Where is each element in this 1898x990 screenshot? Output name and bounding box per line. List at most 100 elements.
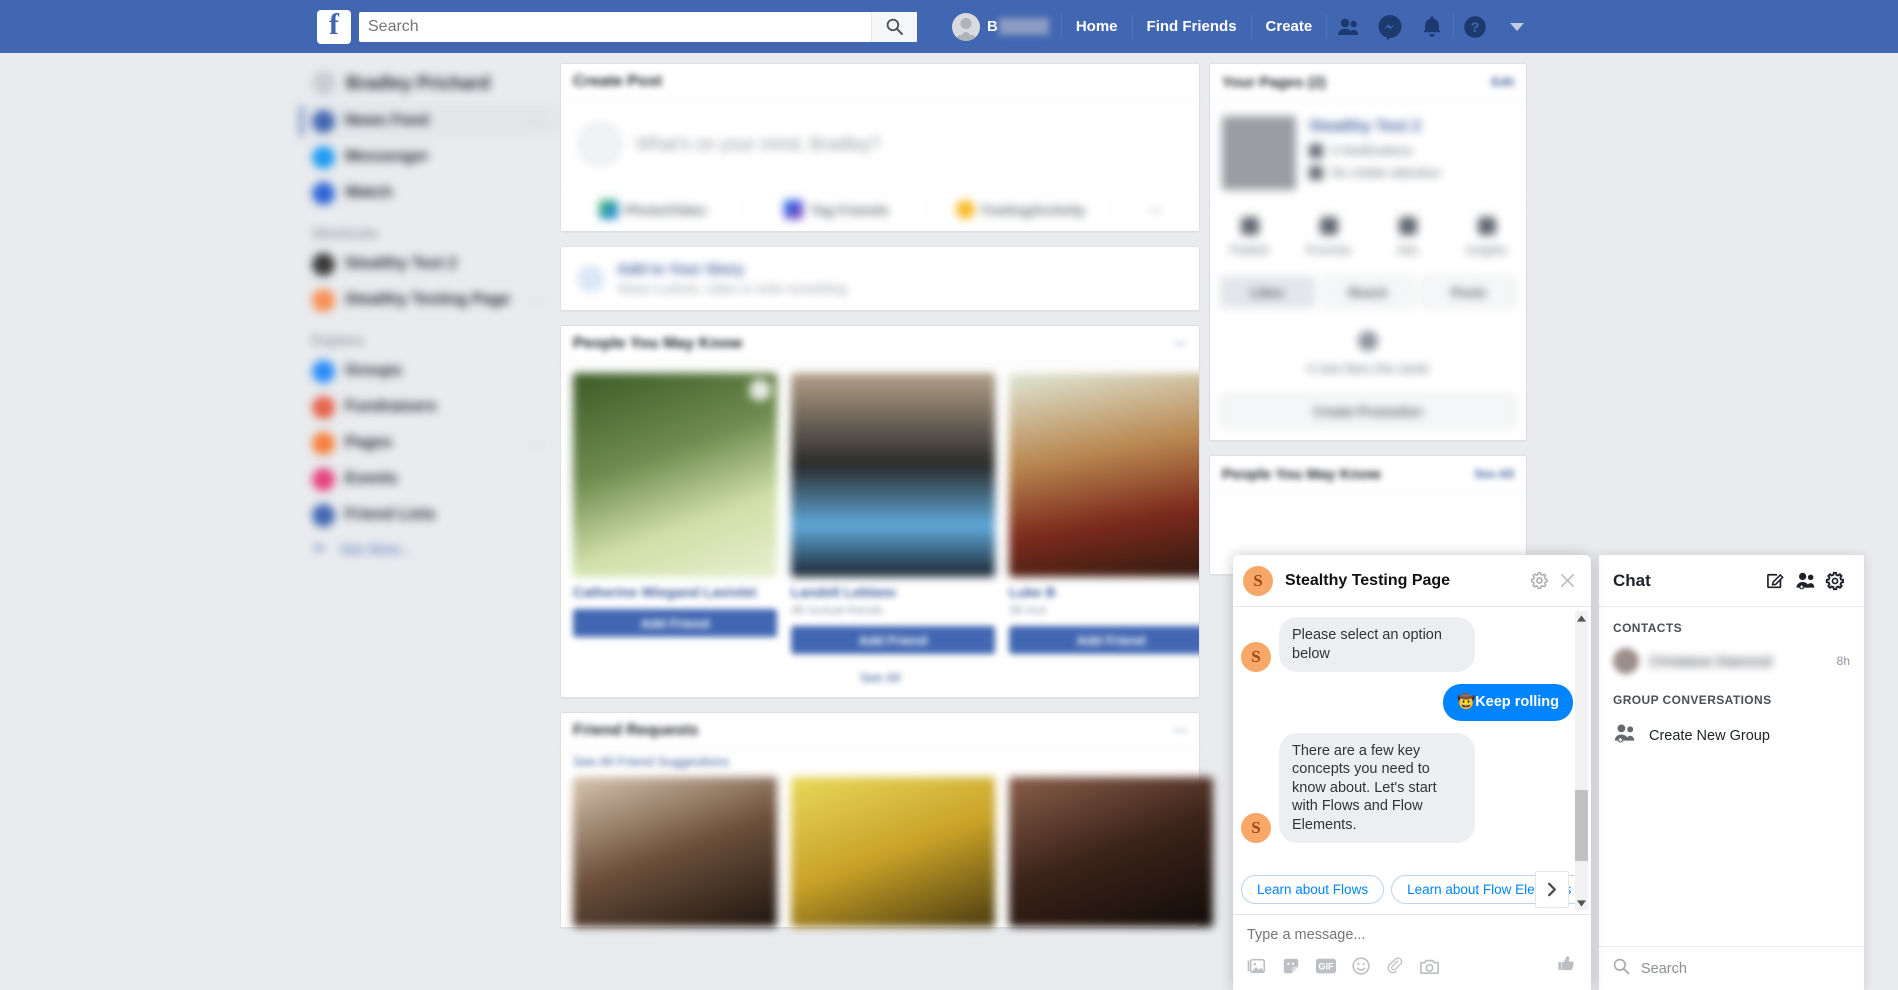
tag-friends-button[interactable]: Tag Friends	[745, 200, 929, 219]
sidebar-item-menu-icon[interactable]: ···	[528, 435, 546, 452]
add-friend-button[interactable]: Add Friend	[791, 626, 995, 654]
stat-label: Insights	[1465, 243, 1508, 257]
chat-message: S There are a few key concepts you need …	[1241, 732, 1575, 844]
pymk-name[interactable]: Luke B	[1009, 584, 1199, 600]
friend-request-photo[interactable]	[573, 777, 777, 927]
create-new-group-label: Create New Group	[1649, 727, 1770, 744]
page-stat-ads[interactable]: Ads	[1368, 217, 1447, 257]
sidebar-item-profile[interactable]: Bradley Prichard	[300, 63, 560, 103]
page-stat-publish[interactable]: Publish	[1210, 217, 1289, 257]
your-pages-edit-link[interactable]: Edit	[1491, 75, 1514, 89]
attachment-icon[interactable]	[1385, 956, 1405, 976]
friend-request-photo[interactable]	[791, 777, 995, 927]
search-icon[interactable]	[871, 11, 917, 42]
message-avatar-slot: S	[1241, 813, 1271, 844]
sidebar-item-news-feed[interactable]: News Feed ···	[300, 103, 560, 139]
sidebar-see-more[interactable]: See More...	[300, 533, 560, 565]
scrollbar-thumb[interactable]	[1575, 790, 1588, 861]
sidebar-item-pages[interactable]: Pages ···	[300, 425, 560, 461]
your-pages-card: Your Pages (2) Edit Stealthy Test 2 3 No…	[1209, 63, 1527, 441]
camera-icon[interactable]	[1419, 957, 1440, 976]
add-to-story-row[interactable]: Add to Your Story Share a photo, video o…	[561, 247, 1199, 310]
add-friend-button[interactable]: Add Friend	[1009, 626, 1199, 654]
pymk-photo[interactable]	[1009, 373, 1199, 577]
gear-icon[interactable]	[1820, 571, 1850, 591]
scroll-down-icon[interactable]	[1577, 896, 1586, 910]
page-stat-promote[interactable]: Promote	[1289, 217, 1368, 257]
close-icon[interactable]	[749, 379, 771, 401]
sidebar-item-groups[interactable]: Groups	[300, 353, 560, 389]
create-new-group-row[interactable]: Create New Group	[1599, 715, 1864, 756]
add-friend-button[interactable]: Add Friend	[573, 609, 777, 637]
quick-reply-learn-about-flows[interactable]: Learn about Flows	[1241, 875, 1385, 904]
search-input[interactable]	[359, 12, 871, 41]
page-thumbnail[interactable]	[1222, 116, 1296, 190]
add-to-story-card[interactable]: Add to Your Story Share a photo, video o…	[560, 246, 1200, 311]
compose-icon[interactable]	[1760, 571, 1790, 591]
create-post-input-row[interactable]: What's on your mind, Bradley?	[561, 101, 1199, 187]
new-group-icon[interactable]	[1790, 571, 1820, 590]
friend-request-photo[interactable]	[1009, 777, 1213, 927]
sidebar-item-menu-icon[interactable]: ···	[528, 113, 546, 130]
emoji-icon[interactable]	[1351, 956, 1371, 976]
photo-video-button[interactable]: Photo/Video	[561, 200, 745, 219]
chat-scrollbar[interactable]	[1575, 611, 1588, 910]
contact-row[interactable]: Christiane Diamond 8h	[1599, 643, 1864, 679]
sidebar-item-fundraisers[interactable]: Fundraisers	[300, 389, 560, 425]
stat-label: Ads	[1397, 243, 1418, 257]
image-icon[interactable]	[1247, 956, 1267, 976]
more-actions-button[interactable]: ···	[1113, 202, 1199, 218]
sticker-icon[interactable]	[1281, 956, 1301, 976]
search-box[interactable]	[359, 11, 917, 42]
friend-requests-icon[interactable]	[1327, 0, 1369, 53]
page-tab-reach[interactable]: Reach	[1320, 276, 1416, 308]
page-name[interactable]: Stealthy Test 2	[1309, 118, 1441, 136]
create-promotion-button[interactable]: Create Promotion	[1220, 394, 1516, 428]
chat-sidebar-search[interactable]: Search	[1599, 946, 1864, 990]
sidebar-item-watch[interactable]: Watch	[300, 175, 560, 211]
sidebar-item-label: News Feed	[345, 112, 429, 129]
page-tab-posts[interactable]: Posts	[1421, 276, 1517, 308]
contact-time: 8h	[1836, 654, 1850, 668]
gif-icon[interactable]: GIF	[1315, 957, 1337, 975]
scrollbar-track[interactable]	[1575, 625, 1588, 896]
profile-link[interactable]: B	[952, 12, 1061, 41]
sidebar-item-events[interactable]: Events	[300, 461, 560, 497]
close-icon[interactable]	[1553, 572, 1581, 589]
gear-icon[interactable]	[1525, 571, 1553, 590]
messenger-icon[interactable]	[1369, 0, 1411, 53]
facebook-logo-icon[interactable]: f	[317, 9, 351, 44]
message-input[interactable]	[1247, 925, 1577, 953]
help-icon[interactable]: ?	[1454, 0, 1496, 53]
sidebar-item-friend-lists[interactable]: Friend Lists	[300, 497, 560, 533]
pymk-name[interactable]: Landell Leblanc	[791, 584, 995, 600]
sidebar-item-stealthy-test-2[interactable]: Stealthy Test 2	[300, 246, 560, 282]
friend-requests-subtitle[interactable]: See All Friend Suggestions	[561, 750, 1199, 777]
nav-link-find-friends[interactable]: Find Friends	[1133, 0, 1251, 53]
account-menu-icon[interactable]	[1496, 0, 1538, 53]
sidebar-item-messenger[interactable]: Messenger	[300, 139, 560, 175]
sidebar-item-stealthy-testing-page[interactable]: Stealthy Testing Page ···	[300, 282, 560, 318]
pymk-menu-icon[interactable]: ···	[1174, 336, 1187, 351]
thumbs-up-icon[interactable]	[1556, 953, 1577, 979]
right-pymk-see-all[interactable]: See All	[1474, 467, 1514, 481]
feeling-activity-button[interactable]: Feeling/Activity	[929, 200, 1113, 219]
friend-lists-icon	[312, 503, 335, 527]
friend-requests-card: Friend Requests ··· See All Friend Sugge…	[560, 712, 1213, 928]
nav-link-create[interactable]: Create	[1252, 0, 1327, 53]
nav-link-home[interactable]: Home	[1062, 0, 1132, 53]
scroll-up-icon[interactable]	[1577, 611, 1586, 625]
your-pages-title: Your Pages (2) Edit	[1210, 64, 1526, 102]
page-icon	[312, 288, 335, 312]
page-tab-likes[interactable]: Likes	[1220, 276, 1315, 308]
chevron-right-icon[interactable]	[1535, 871, 1569, 908]
friend-requests-menu-icon[interactable]: ···	[1174, 723, 1187, 738]
pymk-see-all[interactable]: See All	[561, 662, 1199, 697]
page-stat-insights[interactable]: Insights	[1447, 217, 1526, 257]
sidebar-item-menu-icon[interactable]: ···	[528, 292, 546, 309]
notifications-icon[interactable]	[1411, 0, 1453, 53]
pymk-photo[interactable]	[573, 373, 777, 577]
contact-name: Christiane Diamond	[1649, 653, 1772, 669]
pymk-photo[interactable]	[791, 373, 995, 577]
pymk-name[interactable]: Catherine Wiegand Laviolet	[573, 584, 777, 600]
